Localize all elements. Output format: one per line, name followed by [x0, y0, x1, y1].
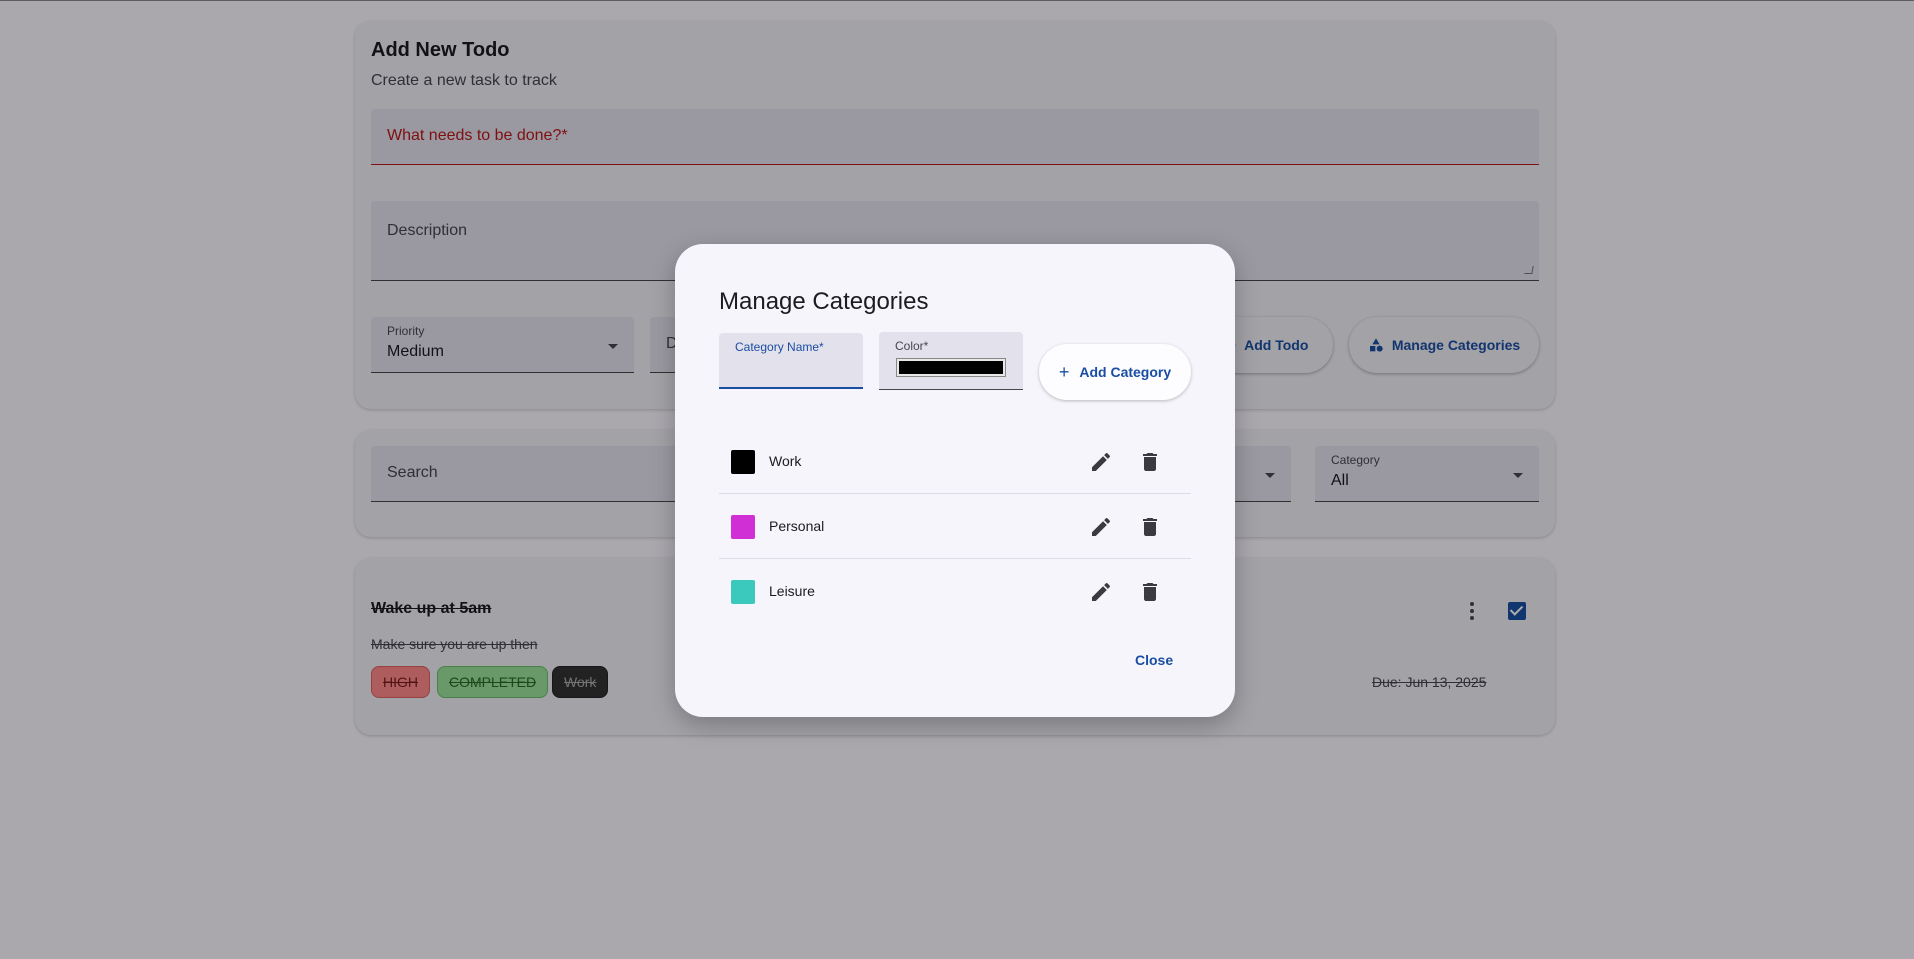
category-row-work: Work — [719, 429, 1191, 494]
edit-icon[interactable] — [1089, 515, 1113, 539]
manage-categories-dialog: Manage Categories Category Name* Color* … — [675, 244, 1235, 717]
category-name: Work — [769, 453, 802, 469]
close-button[interactable]: Close — [1135, 652, 1173, 668]
plus-icon: + — [1058, 362, 1070, 382]
edit-icon[interactable] — [1089, 450, 1113, 474]
delete-icon[interactable] — [1138, 580, 1162, 604]
category-color-swatch — [731, 580, 755, 604]
color-picker-input[interactable] — [896, 358, 1006, 377]
category-name-field[interactable]: Category Name* — [719, 333, 863, 389]
category-list: Work Personal Leisure — [719, 429, 1191, 624]
category-name: Personal — [769, 518, 825, 534]
delete-icon[interactable] — [1138, 515, 1162, 539]
edit-icon[interactable] — [1089, 580, 1113, 604]
category-color-label: Color* — [895, 339, 929, 353]
dialog-title: Manage Categories — [719, 288, 929, 315]
add-category-button-label: Add Category — [1079, 364, 1172, 380]
category-row-leisure: Leisure — [719, 559, 1191, 624]
delete-icon[interactable] — [1138, 450, 1162, 474]
category-name-input[interactable] — [735, 359, 847, 381]
add-category-button[interactable]: + Add Category — [1039, 344, 1191, 400]
category-name: Leisure — [769, 583, 815, 599]
category-color-field[interactable]: Color* — [879, 332, 1023, 390]
category-row-personal: Personal — [719, 494, 1191, 559]
category-name-label: Category Name* — [735, 340, 824, 354]
category-color-swatch — [731, 515, 755, 539]
category-color-swatch — [731, 450, 755, 474]
